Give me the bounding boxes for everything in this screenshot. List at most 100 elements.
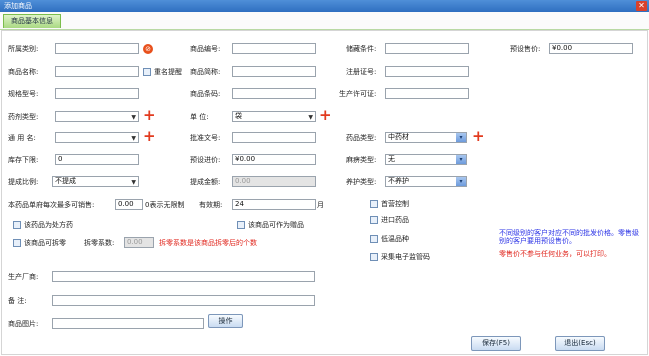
e-supervision-checkbox[interactable] — [370, 253, 378, 261]
barcode-input[interactable] — [232, 88, 316, 99]
remark-label: 备 注: — [8, 297, 27, 305]
care-type-value: 不养护 — [388, 177, 409, 185]
reg-no-label: 注册证号: — [346, 68, 377, 76]
add-generic-name-icon[interactable]: + — [143, 129, 156, 144]
stock-min-input[interactable]: 0 — [55, 154, 139, 165]
name-input[interactable] — [55, 66, 139, 77]
imported-label: 进口药品 — [381, 216, 409, 224]
sell-price-input[interactable]: ¥0.00 — [549, 43, 633, 54]
short-name-input[interactable] — [232, 66, 316, 77]
category-picker-icon[interactable]: ⊘ — [143, 44, 153, 54]
name-label: 商品名称: — [8, 68, 39, 76]
approval-no-label: 批准文号: — [190, 134, 221, 142]
split-coef-label: 拆零系数: — [84, 239, 115, 247]
remark-input[interactable] — [52, 295, 315, 306]
approval-no-input[interactable] — [232, 132, 316, 143]
stock-min-label: 库存下限: — [8, 156, 39, 164]
commission-value: 不提成 — [55, 177, 76, 185]
e-supervision-label: 采集电子监管码 — [381, 253, 430, 261]
dup-check-label: 重名提醒 — [154, 68, 182, 76]
generic-name-label: 通 用 名: — [8, 134, 36, 142]
generic-name-select[interactable]: ▼ — [55, 132, 139, 143]
code-input[interactable] — [232, 43, 316, 54]
chevron-down-icon: ▼ — [131, 114, 136, 121]
chevron-down-icon: ▼ — [131, 135, 136, 142]
rx-label: 该药品为处方药 — [24, 221, 73, 229]
drug-type-select[interactable]: ▼ — [55, 111, 139, 122]
category-label: 所属类别: — [8, 45, 39, 53]
license-input[interactable] — [385, 88, 469, 99]
category-input[interactable] — [55, 43, 139, 54]
sell-price-label: 预设售价: — [510, 45, 541, 53]
buy-price-label: 预设进价: — [190, 156, 221, 164]
tab-strip — [0, 12, 649, 30]
add-drug-class-icon[interactable]: + — [472, 129, 485, 144]
storage-label: 储藏条件: — [346, 45, 377, 53]
validity-input[interactable]: 24 — [232, 199, 316, 210]
chevron-down-icon: ▾ — [456, 177, 466, 186]
first-camp-checkbox[interactable] — [370, 200, 378, 208]
license-label: 生产许可证: — [339, 90, 377, 98]
low-temp-label: 低温品种 — [381, 235, 409, 243]
chevron-down-icon: ▾ — [456, 155, 466, 164]
chevron-down-icon: ▾ — [456, 133, 466, 142]
drug-class-value: 中药材 — [388, 133, 409, 141]
retail-note: 零售价不参与任何业务，可以打印。 — [499, 250, 611, 258]
commission-label: 提成比例: — [8, 178, 39, 186]
commission-amount-input[interactable]: 0.00 — [232, 176, 316, 187]
drug-class-select[interactable]: 中药材 ▾ — [385, 132, 467, 143]
short-name-label: 商品简称: — [190, 68, 221, 76]
chevron-down-icon: ▼ — [131, 179, 136, 186]
image-browse-button[interactable]: 操作 — [208, 314, 243, 328]
commission-select[interactable]: 不提成 ▼ — [52, 176, 139, 187]
window-title: 添加商品 — [0, 0, 649, 12]
ephedrine-type-label: 麻痹类型: — [346, 156, 377, 164]
care-type-select[interactable]: 不养护 ▾ — [385, 176, 467, 187]
drug-class-label: 药品类型: — [346, 134, 377, 142]
code-label: 商品编号: — [190, 45, 221, 53]
unlimited-note: 0表示无限制 — [145, 201, 185, 209]
spec-label: 规格型号: — [8, 90, 39, 98]
care-type-label: 养护类型: — [346, 178, 377, 186]
gift-checkbox[interactable] — [237, 221, 245, 229]
split-label: 该商品可拆零 — [24, 239, 66, 247]
image-label: 商品图片: — [8, 320, 39, 328]
imported-checkbox[interactable] — [370, 216, 378, 224]
split-note: 拆零系数是该商品拆零后的个数 — [159, 239, 257, 247]
buy-price-input[interactable]: ¥0.00 — [232, 154, 316, 165]
dup-check-checkbox[interactable] — [143, 68, 151, 76]
unit-label: 单 位: — [190, 113, 209, 121]
rx-checkbox[interactable] — [13, 221, 21, 229]
ephedrine-type-value: 无 — [388, 155, 395, 163]
commission-amount-label: 提成金额: — [190, 178, 221, 186]
tab-basic-info[interactable]: 商品基本信息 — [3, 14, 61, 28]
exit-button[interactable]: 退出(Esc) — [555, 336, 605, 351]
spec-input[interactable] — [55, 88, 139, 99]
manufacturer-input[interactable] — [52, 271, 315, 282]
month-label: 月 — [317, 201, 324, 209]
manufacturer-label: 生产厂商: — [8, 273, 39, 281]
save-button[interactable]: 保存(F5) — [471, 336, 521, 351]
unit-value: 袋 — [235, 112, 242, 120]
storage-input[interactable] — [385, 43, 469, 54]
first-camp-label: 首营控制 — [381, 200, 409, 208]
unit-select[interactable]: 袋 ▼ — [232, 111, 316, 122]
max-qty-label: 本药品单府每次最多可销售: — [8, 201, 95, 209]
validity-label: 有效期: — [199, 201, 223, 209]
split-coef-input[interactable]: 0.00 — [124, 237, 154, 248]
form-panel — [1, 30, 648, 355]
image-path-input[interactable] — [52, 318, 204, 329]
price-level-note: 不同级别的客户对应不同的批发价格。零售级别的客户要用预设售价。 — [499, 229, 639, 245]
max-qty-input[interactable]: 0.00 — [115, 199, 143, 210]
add-drug-type-icon[interactable]: + — [143, 108, 156, 123]
barcode-label: 商品条码: — [190, 90, 221, 98]
reg-no-input[interactable] — [385, 66, 469, 77]
drug-type-label: 药剂类型: — [8, 113, 39, 121]
chevron-down-icon: ▼ — [308, 114, 313, 121]
split-checkbox[interactable] — [13, 239, 21, 247]
ephedrine-type-select[interactable]: 无 ▾ — [385, 154, 467, 165]
low-temp-checkbox[interactable] — [370, 235, 378, 243]
add-unit-icon[interactable]: + — [319, 108, 332, 123]
close-icon[interactable]: ✕ — [636, 1, 647, 11]
gift-label: 该商品可作为赠品 — [248, 221, 304, 229]
